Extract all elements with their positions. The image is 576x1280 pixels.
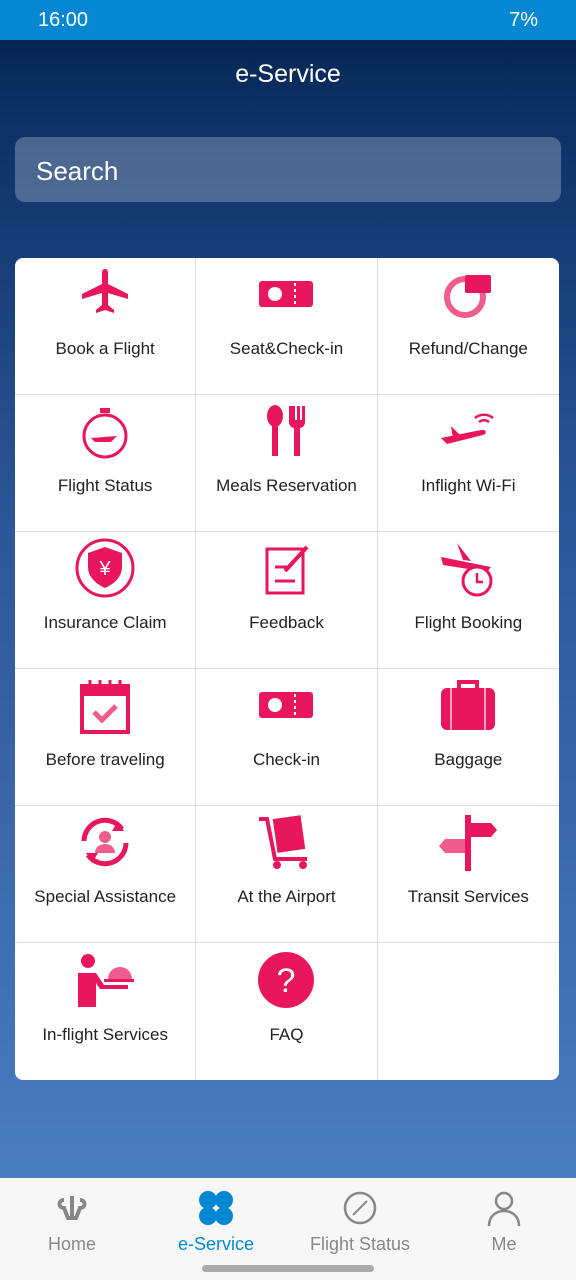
- plane-wifi-icon: [441, 413, 495, 444]
- calendar-check-icon: [80, 680, 131, 734]
- clover-icon: [199, 1191, 233, 1225]
- service-refund-change[interactable]: Refund/Change: [377, 258, 559, 395]
- compass-icon: [343, 1191, 377, 1225]
- service-label: Before traveling: [45, 750, 165, 769]
- service-feedback[interactable]: Feedback: [196, 532, 378, 669]
- service-label: Baggage: [434, 750, 503, 769]
- service-seat-check-in[interactable]: Seat&Check-in: [196, 258, 378, 395]
- home-indicator[interactable]: [202, 1265, 374, 1272]
- suitcase-icon: [441, 680, 496, 730]
- question-icon: ?: [258, 952, 315, 1008]
- service-label: Feedback: [249, 613, 324, 632]
- service-label: Inflight Wi-Fi: [421, 476, 516, 495]
- service-inflight-wi-fi[interactable]: Inflight Wi-Fi: [377, 395, 559, 532]
- tab-label: Me: [491, 1234, 517, 1254]
- service-insurance-claim[interactable]: ¥ Insurance Claim: [15, 532, 197, 669]
- service-check-in[interactable]: Check-in: [196, 669, 378, 806]
- tab-me[interactable]: Me: [432, 1178, 576, 1280]
- service-baggage[interactable]: Baggage: [377, 669, 559, 806]
- empty-cell: [378, 943, 559, 1080]
- spoon-fork-icon: [267, 405, 306, 456]
- service-flight-status[interactable]: Flight Status: [15, 395, 197, 532]
- service-grid: Book a Flight Seat&Check-in Refund/Change F…: [15, 258, 559, 1080]
- service-label: Insurance Claim: [43, 613, 167, 632]
- service-faq[interactable]: ? FAQ: [196, 943, 378, 1080]
- ticket-icon: [259, 281, 314, 307]
- status-bar: 16:00 7%: [0, 0, 576, 40]
- service-label: Book a Flight: [55, 339, 155, 358]
- service-label: Transit Services: [407, 887, 529, 906]
- battery-level: 7%: [509, 8, 538, 31]
- edit-note-icon: [265, 545, 309, 595]
- luggage-cart-icon: [259, 815, 308, 869]
- service-label: FAQ: [269, 1025, 304, 1044]
- service-flight-booking[interactable]: Flight Booking: [377, 532, 559, 669]
- search-input[interactable]: Search: [15, 137, 561, 202]
- tab-label: e-Service: [177, 1234, 255, 1254]
- refund-icon: [444, 275, 492, 318]
- svg-text:?: ?: [277, 962, 296, 1000]
- service-in-flight-services[interactable]: In-flight Services: [15, 943, 197, 1080]
- page-title: e-Service: [235, 60, 341, 88]
- service-meals-reservation[interactable]: Meals Reservation: [196, 395, 378, 532]
- service-label: Refund/Change: [408, 339, 528, 358]
- service-label: At the Airport: [237, 887, 336, 906]
- service-label: Meals Reservation: [216, 476, 357, 495]
- service-at-the-airport[interactable]: At the Airport: [196, 806, 378, 943]
- service-label: In-flight Services: [42, 1025, 168, 1044]
- tab-label: Flight Status: [309, 1234, 411, 1254]
- service-label: Check-in: [252, 750, 321, 769]
- service-label: Seat&Check-in: [229, 339, 344, 358]
- tab-label: Home: [47, 1234, 96, 1254]
- assistance-icon: [81, 817, 129, 867]
- service-book-a-flight[interactable]: Book a Flight: [15, 258, 197, 395]
- service-label: Special Assistance: [34, 887, 177, 906]
- airplane-icon: [82, 269, 129, 313]
- service-label: Flight Status: [57, 476, 153, 495]
- waiter-cloche-icon: [78, 954, 135, 1007]
- stopwatch-plane-icon: [82, 408, 128, 459]
- svg-text:¥: ¥: [99, 558, 112, 580]
- service-label: Flight Booking: [414, 613, 523, 632]
- status-time: 16:00: [38, 8, 89, 31]
- tab-home[interactable]: Home: [0, 1178, 144, 1280]
- person-icon: [487, 1191, 521, 1227]
- service-before-traveling[interactable]: Before traveling: [15, 669, 197, 806]
- service-special-assistance[interactable]: Special Assistance: [15, 806, 197, 943]
- ticket-icon: [259, 692, 314, 718]
- home-logo-icon: [57, 1196, 87, 1220]
- yen-shield-icon: ¥: [75, 538, 135, 598]
- service-transit-services[interactable]: Transit Services: [377, 806, 559, 943]
- signpost-icon: [439, 815, 498, 871]
- plane-clock-icon: [441, 543, 493, 597]
